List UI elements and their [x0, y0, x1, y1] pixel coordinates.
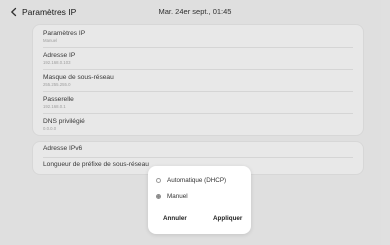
option-dhcp-label: Automatique (DHCP) — [167, 177, 227, 184]
option-manual-label: Manuel — [167, 193, 188, 200]
radio-dhcp[interactable] — [156, 178, 161, 183]
radio-manual[interactable] — [156, 194, 161, 199]
option-dhcp[interactable]: Automatique (DHCP) — [156, 177, 226, 184]
cancel-button[interactable]: Annuler — [163, 215, 187, 222]
apply-button[interactable]: Appliquer — [213, 215, 242, 222]
ip-mode-dialog: Automatique (DHCP) Manuel Annuler Appliq… — [148, 166, 251, 234]
option-manual[interactable]: Manuel — [156, 193, 188, 200]
